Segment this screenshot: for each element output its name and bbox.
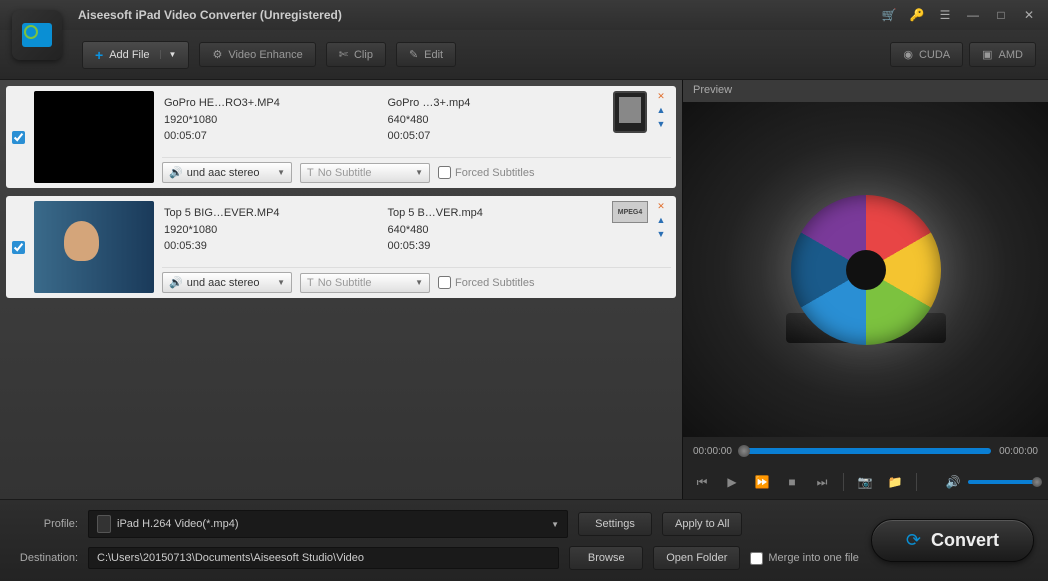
app-title: Aiseesoft iPad Video Converter (Unregist… xyxy=(78,8,342,22)
clip-button[interactable]: ✄ Clip xyxy=(326,42,386,67)
subtitle-select[interactable]: T No Subtitle▼ xyxy=(300,273,430,293)
profile-select[interactable]: iPad H.264 Video(*.mp4) ▼ xyxy=(88,510,568,538)
apply-all-button[interactable]: Apply to All xyxy=(662,512,742,536)
output-info: GoPro …3+.mp4 640*480 00:05:07 xyxy=(386,91,610,157)
stop-icon[interactable]: ■ xyxy=(783,475,801,489)
maximize-icon[interactable]: □ xyxy=(990,6,1012,24)
progress-bar[interactable] xyxy=(740,448,991,454)
move-down-icon[interactable]: ▼ xyxy=(654,229,668,241)
convert-button[interactable]: ⟳ Convert xyxy=(871,519,1034,562)
cuda-label: CUDA xyxy=(919,49,950,61)
edit-label: Edit xyxy=(424,49,443,61)
file-list: GoPro HE…RO3+.MP4 1920*1080 00:05:07 GoP… xyxy=(0,80,682,499)
plus-icon: + xyxy=(95,47,103,63)
move-up-icon[interactable]: ▲ xyxy=(654,105,668,117)
enhance-label: Video Enhance xyxy=(228,49,302,61)
amd-icon: ▣ xyxy=(982,48,992,61)
amd-button[interactable]: ▣ AMD xyxy=(969,42,1036,67)
refresh-icon: ⟳ xyxy=(906,530,921,551)
preview-panel: Preview 00:00:00 00:00:00 ⏮ ▶ ⏩ ■ ⏭ 📷 📁 xyxy=(682,80,1048,499)
thumbnail[interactable] xyxy=(34,91,154,183)
subtitle-icon: T xyxy=(307,167,314,179)
prev-icon[interactable]: ⏮ xyxy=(693,475,711,490)
open-folder-button[interactable]: Open Folder xyxy=(653,546,740,570)
mpeg-icon[interactable]: MPEG4 xyxy=(612,201,648,223)
close-icon[interactable]: ✕ xyxy=(1018,6,1040,24)
edit-button[interactable]: ✎ Edit xyxy=(396,42,456,67)
browse-button[interactable]: Browse xyxy=(569,546,643,570)
source-info: Top 5 BIG…EVER.MP4 1920*1080 00:05:39 xyxy=(162,201,386,267)
folder-icon[interactable]: 📁 xyxy=(886,475,904,489)
preview-body[interactable] xyxy=(683,102,1048,437)
preview-label: Preview xyxy=(683,80,1048,102)
time-end: 00:00:00 xyxy=(999,446,1038,457)
move-down-icon[interactable]: ▼ xyxy=(654,119,668,131)
destination-label: Destination: xyxy=(14,552,78,564)
thumbnail[interactable] xyxy=(34,201,154,293)
add-file-label: Add File xyxy=(109,49,149,61)
snapshot-icon[interactable]: 📷 xyxy=(856,475,874,489)
forced-subtitles[interactable]: Forced Subtitles xyxy=(438,276,534,289)
audio-select[interactable]: 🔊 und aac stereo▼ xyxy=(162,272,292,293)
minimize-icon[interactable]: — xyxy=(962,6,984,24)
list-item[interactable]: Top 5 BIG…EVER.MP4 1920*1080 00:05:39 To… xyxy=(6,196,676,298)
move-up-icon[interactable]: ▲ xyxy=(654,215,668,227)
ipad-icon xyxy=(97,515,111,533)
convert-label: Convert xyxy=(931,530,999,551)
ipad-icon[interactable] xyxy=(613,91,647,133)
menu-icon[interactable]: ☰ xyxy=(934,6,956,24)
volume-icon[interactable]: 🔊 xyxy=(944,475,962,489)
subtitle-icon: T xyxy=(307,277,314,289)
remove-icon[interactable]: ✕ xyxy=(654,201,668,213)
enhance-icon: ⚙ xyxy=(212,48,222,61)
source-info: GoPro HE…RO3+.MP4 1920*1080 00:05:07 xyxy=(162,91,386,157)
scissors-icon: ✄ xyxy=(339,48,348,61)
video-enhance-button[interactable]: ⚙ Video Enhance xyxy=(199,42,315,67)
aperture-icon xyxy=(791,195,941,345)
clip-label: Clip xyxy=(354,49,373,61)
chevron-down-icon[interactable]: ▼ xyxy=(160,50,177,59)
audio-select[interactable]: 🔊 und aac stereo▼ xyxy=(162,162,292,183)
key-icon[interactable]: 🔑 xyxy=(906,6,928,24)
cuda-button[interactable]: ◉ CUDA xyxy=(890,42,963,67)
time-start: 00:00:00 xyxy=(693,446,732,457)
volume-bar[interactable] xyxy=(968,480,1038,484)
item-checkbox[interactable] xyxy=(12,131,25,144)
item-checkbox[interactable] xyxy=(12,241,25,254)
speaker-icon: 🔊 xyxy=(169,166,183,179)
play-icon[interactable]: ▶ xyxy=(723,475,741,489)
output-info: Top 5 B…VER.mp4 640*480 00:05:39 xyxy=(386,201,610,267)
forced-subtitles[interactable]: Forced Subtitles xyxy=(438,166,534,179)
ffwd-icon[interactable]: ⏩ xyxy=(753,475,771,489)
next-icon[interactable]: ⏭ xyxy=(813,475,831,490)
edit-icon: ✎ xyxy=(409,48,418,61)
cart-icon[interactable]: 🛒 xyxy=(878,6,900,24)
remove-icon[interactable]: ✕ xyxy=(654,91,668,103)
amd-label: AMD xyxy=(999,49,1023,61)
cuda-icon: ◉ xyxy=(903,48,913,61)
profile-label: Profile: xyxy=(14,518,78,530)
speaker-icon: 🔊 xyxy=(169,276,183,289)
list-item[interactable]: GoPro HE…RO3+.MP4 1920*1080 00:05:07 GoP… xyxy=(6,86,676,188)
merge-checkbox[interactable]: Merge into one file xyxy=(750,552,859,565)
titlebar: Aiseesoft iPad Video Converter (Unregist… xyxy=(0,0,1048,30)
add-file-button[interactable]: + Add File ▼ xyxy=(82,41,189,69)
destination-field[interactable]: C:\Users\20150713\Documents\Aiseesoft St… xyxy=(88,547,559,569)
app-logo xyxy=(12,10,62,60)
bottombar: Profile: iPad H.264 Video(*.mp4) ▼ Setti… xyxy=(0,499,1048,581)
chevron-down-icon: ▼ xyxy=(551,520,559,529)
toolbar: + Add File ▼ ⚙ Video Enhance ✄ Clip ✎ Ed… xyxy=(0,30,1048,80)
subtitle-select[interactable]: T No Subtitle▼ xyxy=(300,163,430,183)
settings-button[interactable]: Settings xyxy=(578,512,652,536)
